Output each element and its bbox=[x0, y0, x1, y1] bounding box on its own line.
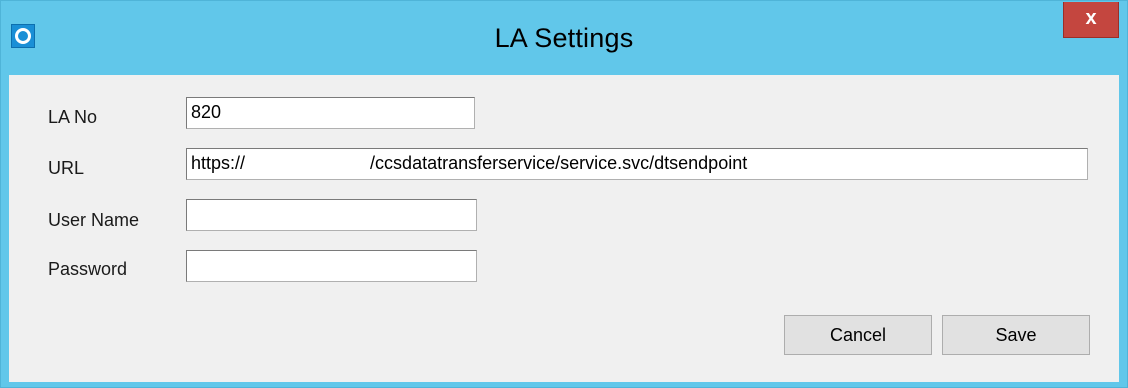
user-name-field[interactable] bbox=[186, 199, 477, 231]
save-button[interactable]: Save bbox=[942, 315, 1090, 355]
user-name-label: User Name bbox=[48, 210, 140, 230]
password-label: Password bbox=[48, 259, 128, 279]
cancel-button[interactable]: Cancel bbox=[784, 315, 932, 355]
url-field[interactable]: https:// /ccsdatatransferservice/service… bbox=[186, 148, 1088, 180]
la-no-label: LA No bbox=[48, 107, 98, 127]
password-field[interactable] bbox=[186, 250, 477, 282]
title-bar[interactable]: LA Settings x bbox=[1, 1, 1127, 75]
window-title: LA Settings bbox=[494, 23, 634, 53]
la-no-field[interactable]: 820 bbox=[186, 97, 475, 129]
settings-window: LA Settings x LA No 820 URL https:// /cc… bbox=[0, 0, 1128, 388]
url-label: URL bbox=[48, 158, 85, 178]
close-button[interactable]: x bbox=[1063, 2, 1119, 38]
dialog-body: LA No 820 URL https:// /ccsdatatransfers… bbox=[9, 75, 1119, 382]
